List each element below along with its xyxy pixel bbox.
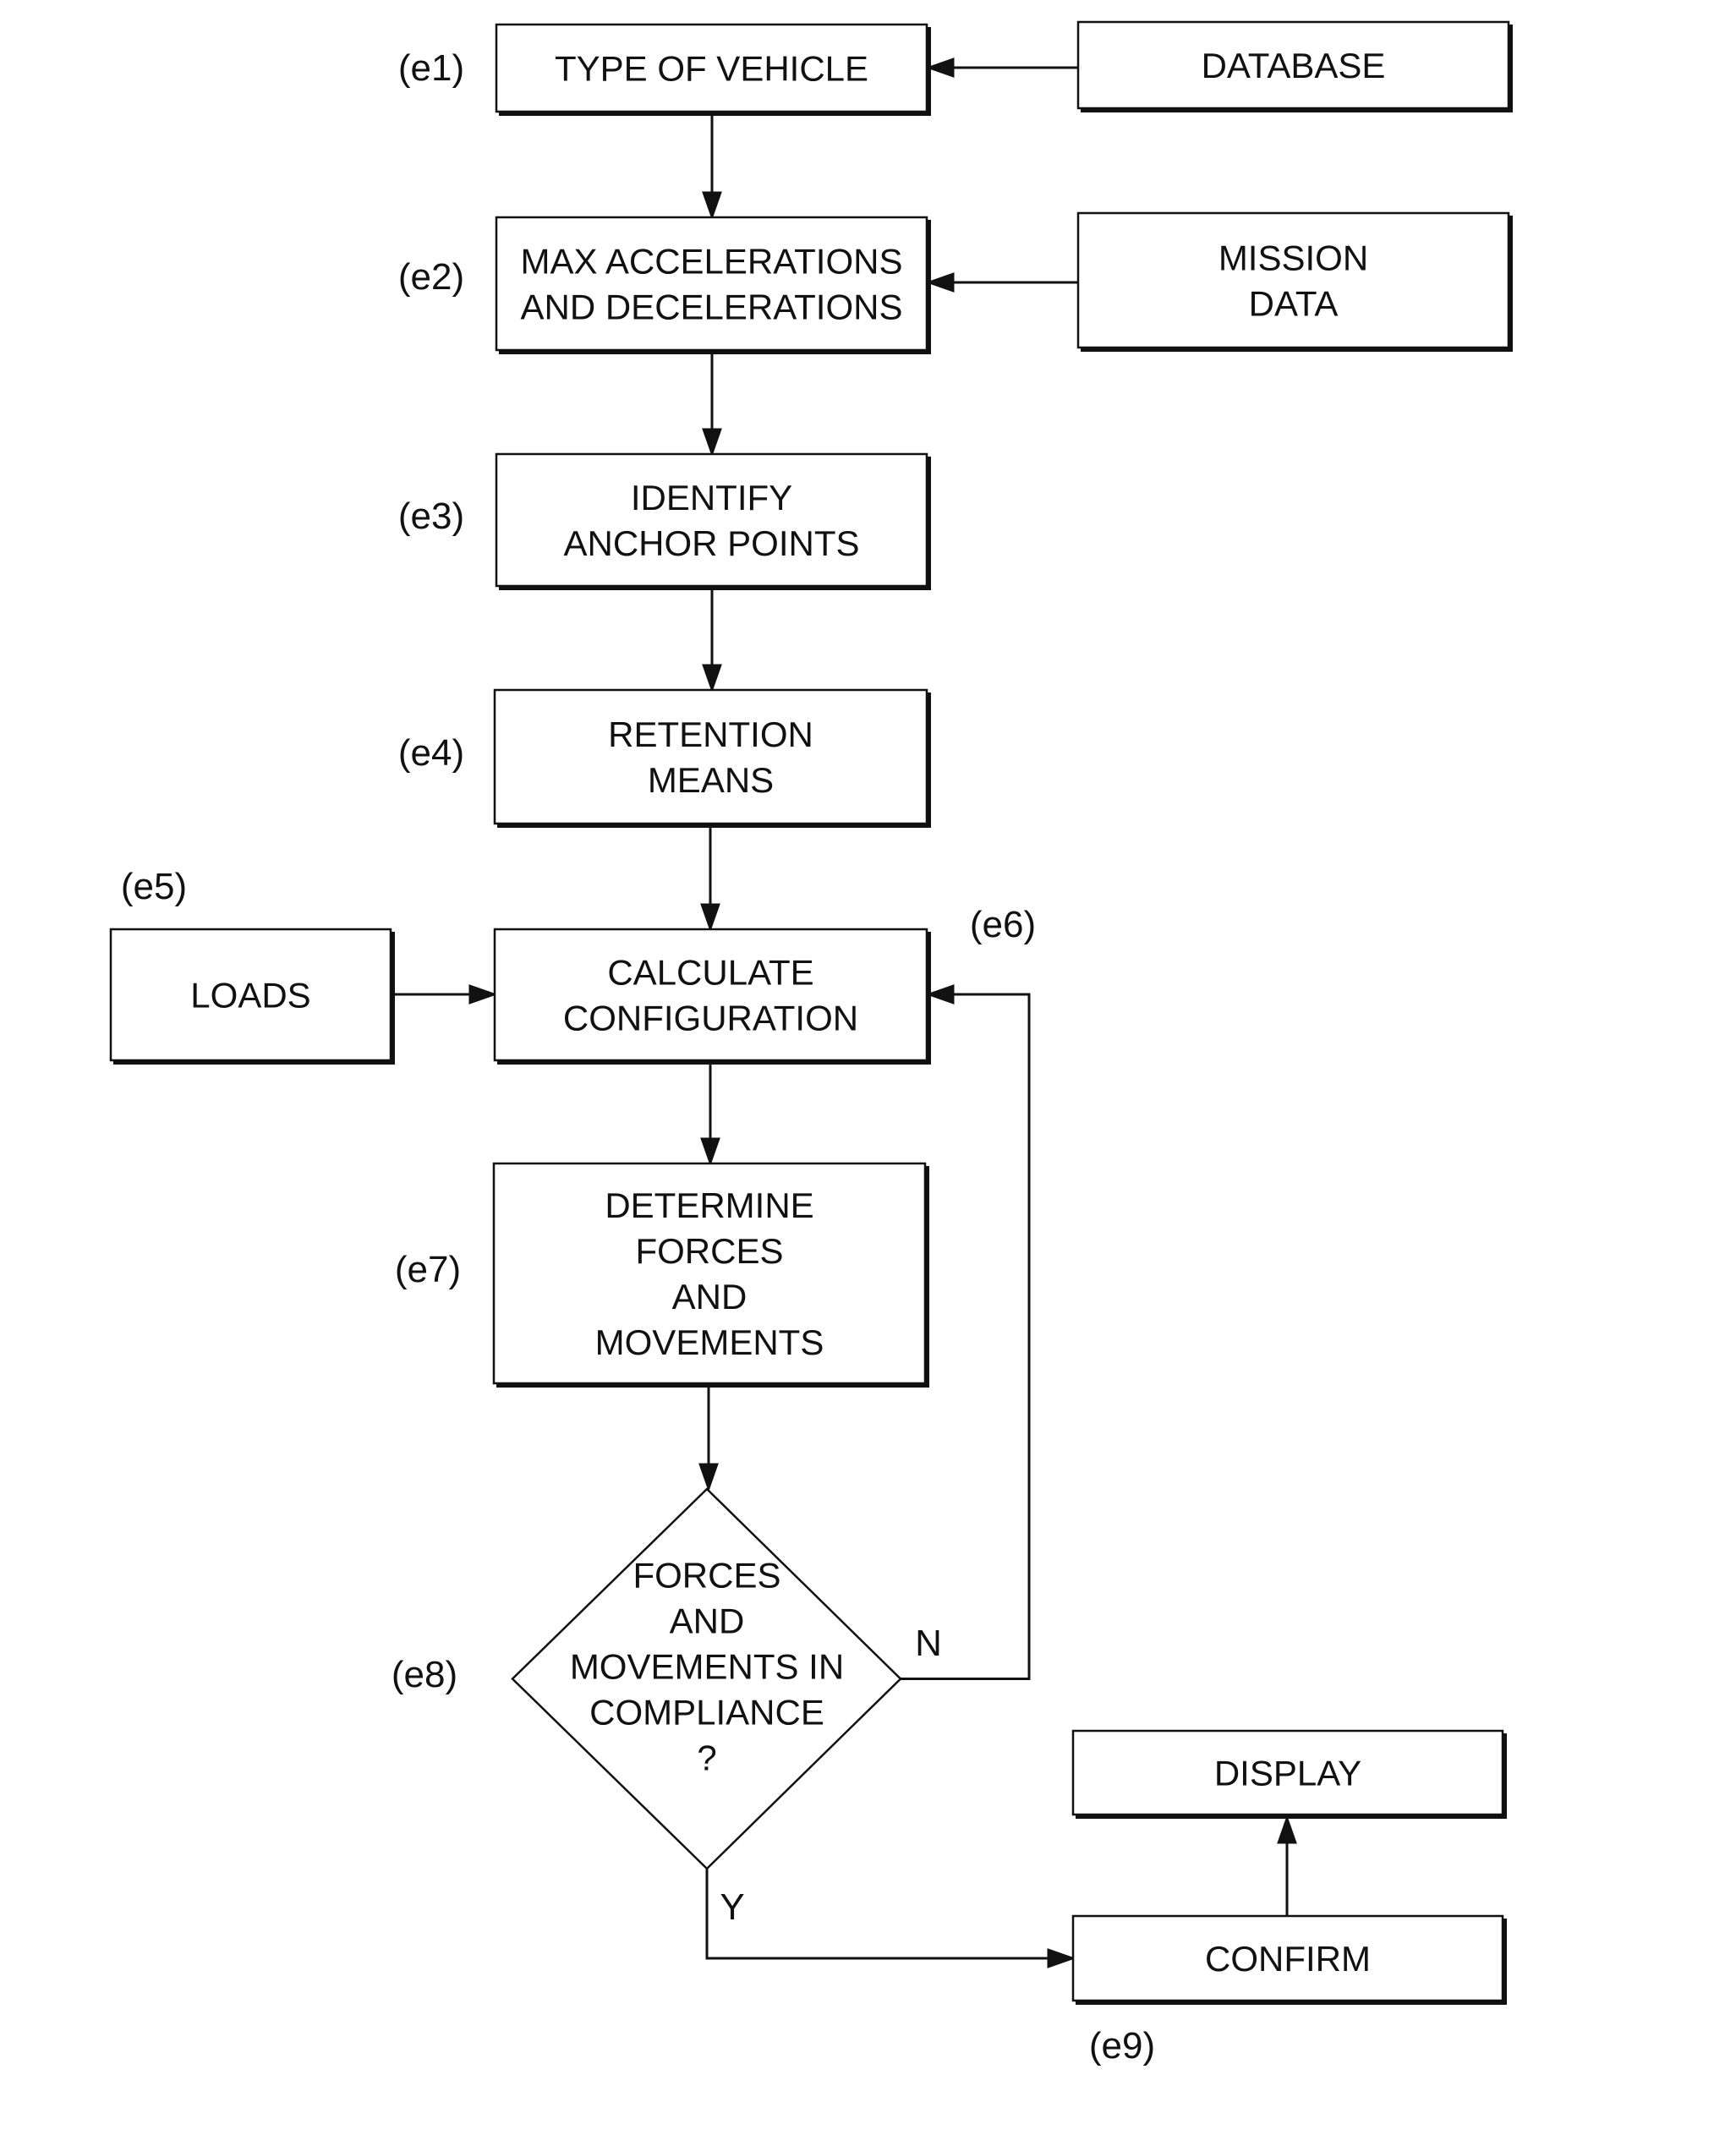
process-box: [1076, 211, 1510, 349]
node-e2: MAX ACCELERATIONS AND DECELERATIONS: [495, 216, 931, 354]
node-e3: IDENTIFY ANCHOR POINTS: [495, 452, 931, 590]
node-text-line: MEANS: [648, 760, 774, 800]
node-text-line: FORCES: [635, 1231, 783, 1271]
step-label-e6: (e6): [970, 904, 1036, 945]
node-text-line: MOVEMENTS: [595, 1322, 824, 1362]
node-text-line: TYPE OF VEHICLE: [555, 49, 868, 89]
node-e9: CONFIRM: [1071, 1914, 1507, 2005]
node-text-line: AND: [670, 1601, 745, 1641]
node-e4: RETENTION MEANS: [493, 688, 931, 828]
step-label-e7: (e7): [395, 1249, 461, 1290]
step-label-e9: (e9): [1089, 2025, 1155, 2067]
step-label-e1: (e1): [398, 47, 464, 89]
nodes-layer: TYPE OF VEHICLE DATABASE MAX ACCELERATIONS…: [109, 20, 1513, 2005]
node-text-line: DETERMINE: [605, 1185, 813, 1225]
node-e1: TYPE OF VEHICLE: [495, 23, 931, 116]
node-text-line: MAX ACCELERATIONS: [521, 242, 903, 282]
edge-e8-e9: [705, 1869, 1076, 1968]
node-e5: LOADS: [109, 928, 395, 1065]
node-text-line: FORCES: [633, 1556, 780, 1596]
node-text-line: DISPLAY: [1214, 1754, 1361, 1793]
node-text-line: RETENTION: [608, 714, 813, 754]
node-mission: MISSION DATA: [1076, 211, 1513, 352]
process-box: [495, 216, 928, 352]
node-text-line: DATABASE: [1202, 46, 1386, 85]
node-e7: DETERMINE FORCES AND MOVEMENTS: [492, 1162, 929, 1388]
node-text-line: COMPLIANCE: [589, 1693, 824, 1733]
flowchart-canvas: TYPE OF VEHICLE DATABASE MAX ACCELERATIONS…: [109, 20, 1513, 2067]
edge-label-no: N: [915, 1623, 942, 1664]
process-box: [493, 928, 928, 1062]
step-label-e4: (e4): [398, 732, 464, 774]
step-label-e2: (e2): [398, 256, 464, 298]
node-text-line: CALCULATE: [607, 953, 813, 993]
node-text-line: CONFIRM: [1205, 1939, 1371, 1979]
node-text-line: AND: [672, 1277, 748, 1317]
node-e8: FORCES AND MOVEMENTS IN COMPLIANCE?: [511, 1487, 902, 1870]
step-label-e8: (e8): [392, 1654, 457, 1695]
node-e6: CALCULATE CONFIGURATION: [493, 928, 931, 1065]
node-display: DISPLAY: [1071, 1729, 1507, 1819]
node-text-line: CONFIGURATION: [563, 999, 858, 1038]
node-text-line: MISSION: [1218, 238, 1368, 278]
node-text-line: ?: [697, 1738, 716, 1778]
node-text-line: LOADS: [190, 976, 310, 1015]
step-label-e3: (e3): [398, 495, 464, 537]
step-label-e5: (e5): [121, 866, 187, 907]
node-text-line: IDENTIFY: [631, 478, 792, 517]
edge-label-yes: Y: [720, 1886, 744, 1928]
node-text-line: MOVEMENTS IN: [570, 1647, 844, 1687]
process-box: [493, 688, 928, 825]
node-text-line: AND DECELERATIONS: [521, 287, 903, 327]
node-text-line: DATA: [1249, 284, 1339, 324]
node-database: DATABASE: [1076, 20, 1513, 112]
node-text-line: ANCHOR POINTS: [563, 523, 859, 563]
process-box: [495, 452, 928, 588]
